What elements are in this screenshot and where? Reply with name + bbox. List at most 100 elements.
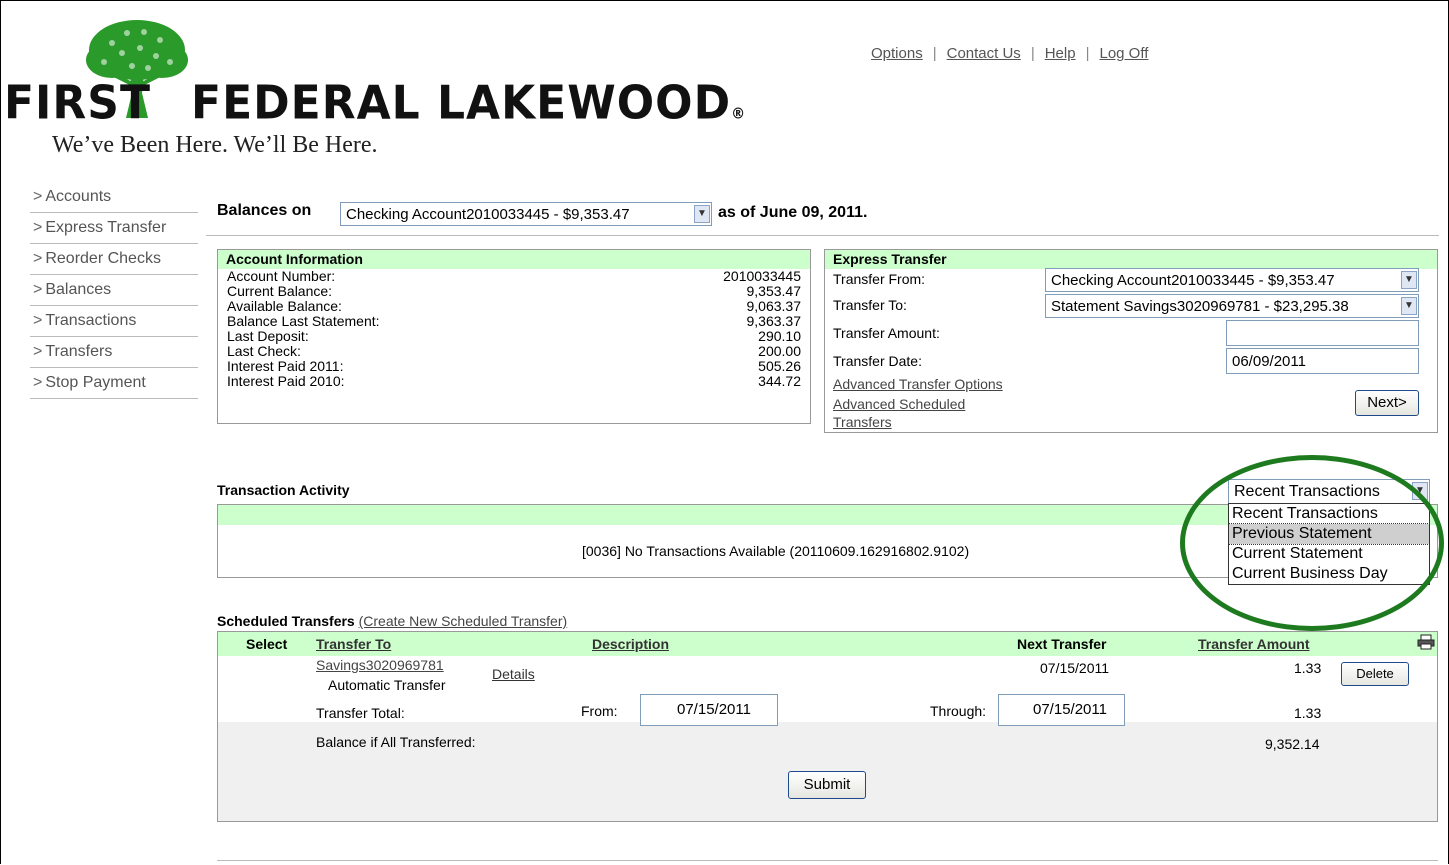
divider [206, 235, 1439, 236]
sidebar-item-transactions[interactable]: > Transactions [30, 306, 198, 337]
header-transfer-to[interactable]: Transfer To [316, 636, 391, 652]
transfer-total-amount: 1.33 [1294, 705, 1322, 721]
through-date-input[interactable]: 07/15/2011 [998, 694, 1125, 726]
balance-if-transferred-label: Balance if All Transferred: [316, 734, 476, 750]
panel-title: Account Information [218, 250, 810, 269]
account-information-panel: Account Information Account Number: 20100… [217, 249, 811, 424]
link-separator: | [1030, 45, 1035, 62]
scheduled-transfers-title: Scheduled Transfers [217, 613, 355, 629]
transfer-amount-input[interactable] [1226, 320, 1419, 346]
chevron-right-icon: > [33, 281, 43, 298]
sidebar-item-label: Transactions [45, 312, 137, 329]
submit-button[interactable]: Submit [788, 771, 866, 799]
sidebar-item-label: Accounts [45, 188, 112, 205]
no-transactions-message: [0036] No Transactions Available (201106… [582, 543, 970, 559]
account-info-label: Account Number: [227, 268, 336, 284]
advanced-transfer-options-link[interactable]: Advanced Transfer Options [833, 376, 1003, 392]
contact-us-link[interactable]: Contact Us [947, 45, 1021, 62]
link-separator: | [932, 45, 937, 62]
account-info-row: Available Balance: 9,063.37 [218, 299, 810, 314]
transfer-from-label: Transfer From: [833, 271, 926, 287]
next-button[interactable]: Next> [1355, 390, 1419, 416]
chevron-right-icon: > [33, 312, 43, 329]
brand-first: FIRST [4, 76, 152, 131]
account-info-row: Last Deposit: 290.10 [218, 329, 810, 344]
account-info-value: 9,063.37 [746, 298, 802, 314]
header-next-transfer: Next Transfer [1017, 636, 1107, 652]
account-info-value: 9,363.37 [746, 313, 802, 329]
account-info-row: Account Number: 2010033445 [218, 269, 810, 284]
link-separator: | [1085, 45, 1090, 62]
next-transfer-date: 07/15/2011 [1040, 660, 1110, 676]
sidebar-item-transfers[interactable]: > Transfers [30, 337, 198, 368]
account-info-value: 505.26 [758, 358, 801, 374]
sidebar-item-label: Balances [45, 281, 112, 298]
account-info-label: Balance Last Statement: [227, 313, 380, 329]
account-info-label: Current Balance: [227, 283, 333, 299]
options-link[interactable]: Options [871, 45, 923, 62]
account-info-label: Interest Paid 2011: [227, 358, 344, 374]
transfer-total-label: Transfer Total: [316, 705, 405, 721]
chevron-down-icon: ▼ [694, 205, 710, 223]
from-label: From: [581, 703, 618, 719]
sidebar-item-label: Express Transfer [45, 219, 167, 236]
create-scheduled-transfer-link[interactable]: (Create New Scheduled Transfer) [359, 613, 568, 629]
sidebar-item-label: Reorder Checks [45, 250, 161, 267]
chevron-right-icon: > [33, 250, 43, 267]
transfer-date-input[interactable]: 06/09/2011 [1226, 348, 1419, 374]
transaction-activity-title: Transaction Activity [217, 482, 350, 498]
sidebar-item-reorder-checks[interactable]: > Reorder Checks [30, 244, 198, 275]
balances-suffix: as of June 09, 2011. [718, 204, 868, 221]
account-info-value: 200.00 [758, 343, 801, 359]
account-info-row: Last Check: 200.00 [218, 344, 810, 359]
account-info-row: Interest Paid 2010: 344.72 [218, 374, 810, 389]
footer-divider [217, 860, 1438, 861]
chevron-right-icon: > [33, 188, 43, 205]
transfer-from-value: Checking Account2010033445 - $9,353.47 [1051, 272, 1335, 289]
sidebar-item-stop-payment[interactable]: > Stop Payment [30, 368, 198, 399]
sidebar-item-express-transfer[interactable]: > Express Transfer [30, 213, 198, 244]
balances-prefix: Balances on [217, 202, 312, 219]
account-info-row: Interest Paid 2011: 505.26 [218, 359, 810, 374]
balance-if-transferred-value: 9,352.14 [1265, 736, 1320, 752]
header-description[interactable]: Description [592, 636, 669, 652]
account-info-label: Last Check: [227, 343, 301, 359]
account-info-value: 344.72 [758, 373, 801, 389]
account-select-value: Checking Account2010033445 - $9,353.47 [346, 206, 630, 223]
sidebar-item-label: Transfers [45, 343, 113, 360]
sidebar-nav: > Accounts > Express Transfer > Reorder Che… [30, 186, 198, 399]
scheduled-transfers-heading: Scheduled Transfers (Create New Schedule… [217, 613, 567, 629]
transfer-date-label: Transfer Date: [833, 353, 922, 369]
highlight-circle [1180, 455, 1444, 631]
chevron-down-icon: ▼ [1401, 297, 1417, 315]
transfer-amount-label: Transfer Amount: [833, 325, 940, 341]
account-select[interactable]: Checking Account2010033445 - $9,353.47 ▼ [340, 202, 712, 226]
brand-tagline: We’ve Been Here. We’ll Be Here. [52, 132, 378, 158]
sidebar-item-balances[interactable]: > Balances [30, 275, 198, 306]
from-date-input[interactable]: 07/15/2011 [640, 694, 778, 726]
top-links: Options | Contact Us | Help | Log Off [871, 45, 1148, 62]
brand-rest: FEDERAL LAKEWOOD [191, 76, 732, 131]
help-link[interactable]: Help [1045, 45, 1076, 62]
account-info-value: 9,353.47 [746, 283, 802, 299]
chevron-down-icon: ▼ [1401, 271, 1417, 289]
delete-button[interactable]: Delete [1341, 662, 1409, 686]
advanced-scheduled-transfers-link-2[interactable]: Transfers [833, 414, 892, 430]
printer-icon[interactable] [1417, 634, 1435, 650]
transfer-amount-value: 1.33 [1294, 660, 1322, 676]
transfer-from-select[interactable]: Checking Account2010033445 - $9,353.47 ▼ [1045, 268, 1419, 292]
log-off-link[interactable]: Log Off [1099, 45, 1148, 62]
details-link[interactable]: Details [492, 666, 535, 682]
advanced-scheduled-transfers-link[interactable]: Advanced Scheduled [833, 396, 965, 412]
account-info-row: Current Balance: 9,353.47 [218, 284, 810, 299]
transfer-to-value: Statement Savings3020969781 - $23,295.38 [1051, 298, 1349, 315]
header-transfer-amount[interactable]: Transfer Amount [1198, 636, 1310, 652]
chevron-right-icon: > [33, 219, 43, 236]
account-info-label: Interest Paid 2010: [227, 373, 345, 389]
account-info-row: Balance Last Statement: 9,363.37 [218, 314, 810, 329]
transfer-to-select[interactable]: Statement Savings3020969781 - $23,295.38… [1045, 294, 1419, 318]
panel-title: Express Transfer [825, 250, 1437, 269]
savings-account-link[interactable]: Savings3020969781 [316, 657, 444, 673]
sidebar-item-accounts[interactable]: > Accounts [30, 186, 198, 213]
header-select: Select [246, 636, 288, 652]
